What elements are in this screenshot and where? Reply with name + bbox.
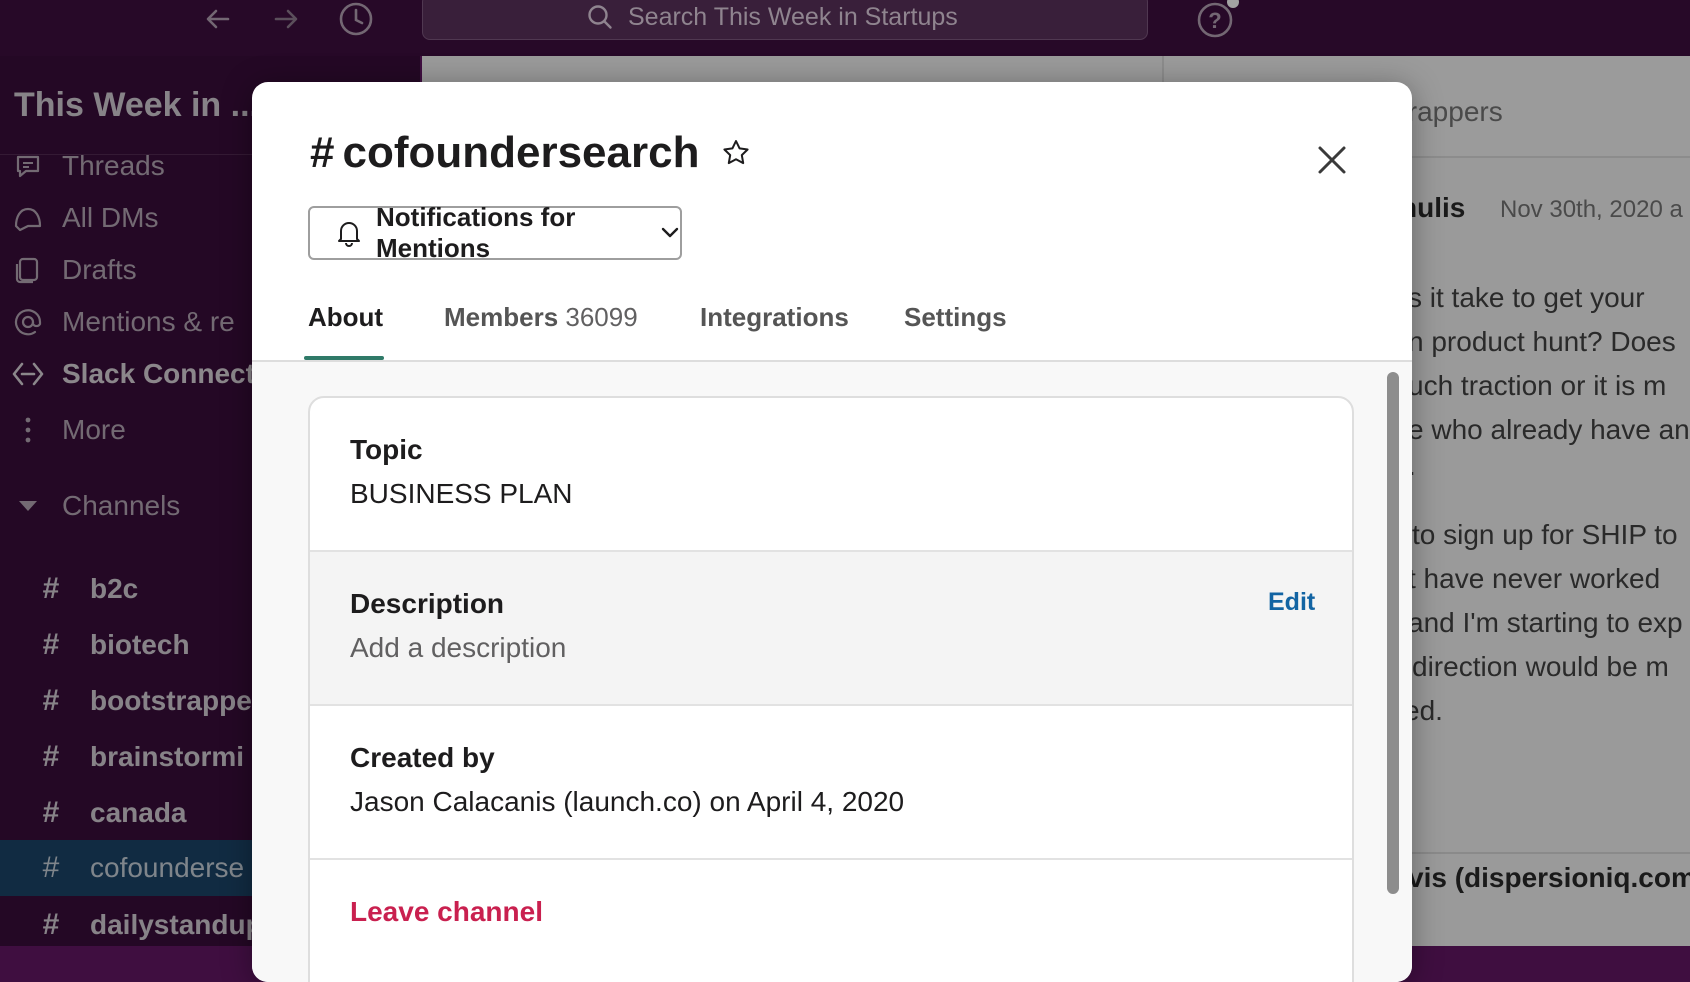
message-line: and I'm starting to exp <box>1408 607 1683 638</box>
close-icon[interactable] <box>1312 140 1352 180</box>
message-line: direction would be m <box>1412 651 1669 682</box>
message-line: t have never worked <box>1408 563 1661 594</box>
next-message-author[interactable]: vis (dispersioniq.com <box>1408 862 1690 894</box>
notifications-dropdown[interactable]: Notifications for Mentions <box>308 202 682 263</box>
created-by-heading: Created by <box>350 742 495 773</box>
modal-body: Topic BUSINESS PLAN Description Add a de… <box>252 362 1412 982</box>
about-card: Topic BUSINESS PLAN Description Add a de… <box>308 396 1354 982</box>
channel-details-modal: # cofoundersearch Notifications for Ment… <box>252 82 1412 982</box>
description-heading: Description <box>350 588 505 619</box>
message-separator <box>1388 852 1690 854</box>
channel-hash-icon: # <box>310 128 335 177</box>
description-value: Add a description <box>350 632 567 663</box>
created-by-section: Created by Jason Calacanis (launch.co) o… <box>310 706 1352 860</box>
message-line: s it take to get your <box>1408 282 1645 313</box>
star-icon[interactable] <box>721 138 751 168</box>
message-line: to sign up for SHIP to <box>1412 519 1678 550</box>
topic-heading: Topic <box>350 434 423 465</box>
thread-header-title: trappers <box>1400 96 1503 127</box>
topbar-dim-overlay <box>0 0 1690 56</box>
message-timestamp[interactable]: Nov 30th, 2020 a <box>1500 196 1683 224</box>
tab-settings[interactable]: Settings <box>904 302 1007 333</box>
edit-description-link[interactable]: Edit <box>1268 588 1315 617</box>
modal-title: # cofoundersearch <box>310 128 751 178</box>
message-line: e who already have an <box>1408 414 1690 445</box>
created-by-value: Jason Calacanis (launch.co) on April 4, … <box>350 786 905 817</box>
notifications-label: Notifications for Mentions <box>376 202 576 263</box>
leave-section: Leave channel <box>310 860 1352 982</box>
bell-icon <box>334 218 364 248</box>
leave-channel-button[interactable]: Leave channel <box>350 896 543 928</box>
tab-integrations[interactable]: Integrations <box>700 302 849 333</box>
topic-value: BUSINESS PLAN <box>350 478 573 509</box>
tab-about[interactable]: About <box>308 302 383 333</box>
tab-members-label: Members <box>444 302 559 332</box>
message-line: uch traction or it is m <box>1408 370 1667 401</box>
channel-title: cofoundersearch <box>342 128 700 177</box>
members-count: 36099 <box>565 302 638 332</box>
message-line: n product hunt? Does <box>1408 326 1676 357</box>
topic-section[interactable]: Topic BUSINESS PLAN <box>310 398 1352 552</box>
chevron-down-icon <box>660 226 680 240</box>
tab-members[interactable]: Members 36099 <box>444 302 638 333</box>
modal-scrollbar[interactable] <box>1387 372 1399 894</box>
description-section[interactable]: Description Add a description Edit <box>310 552 1352 706</box>
